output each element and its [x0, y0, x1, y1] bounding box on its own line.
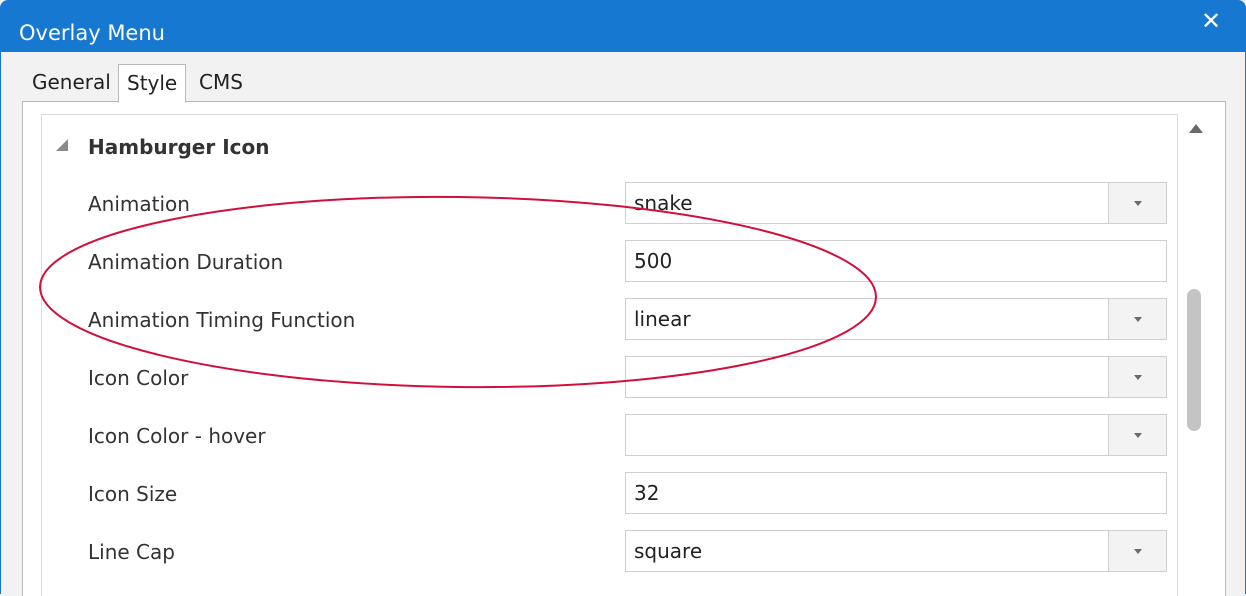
- icon-size-value: 32: [634, 481, 660, 505]
- animation-timing-function-dropdown-button[interactable]: [1108, 299, 1166, 339]
- line-cap-value: square: [634, 539, 703, 563]
- dialog-title: Overlay Menu: [19, 21, 165, 45]
- property-label-animation: Animation: [88, 192, 190, 216]
- style-tab-panel: Hamburger Icon Animation snake Animation…: [22, 101, 1226, 596]
- property-grid: Hamburger Icon Animation snake Animation…: [41, 114, 1178, 596]
- scroll-up-arrow-icon[interactable]: [1189, 124, 1203, 133]
- chevron-down-icon: [1134, 201, 1142, 206]
- icon-color-dropdown-button[interactable]: [1108, 357, 1166, 397]
- property-label-icon-size: Icon Size: [88, 482, 178, 506]
- animation-timing-function-value: linear: [634, 307, 691, 331]
- chevron-down-icon: [1134, 433, 1142, 438]
- animation-dropdown-button[interactable]: [1108, 183, 1166, 223]
- property-label-animation-duration: Animation Duration: [88, 250, 284, 274]
- property-label-icon-color: Icon Color: [88, 366, 189, 390]
- property-label-line-cap: Line Cap: [88, 540, 175, 564]
- animation-timing-function-dropdown[interactable]: linear: [625, 298, 1167, 340]
- property-label-animation-timing-function: Animation Timing Function: [88, 308, 356, 332]
- animation-duration-value: 500: [634, 249, 673, 273]
- line-cap-dropdown[interactable]: square: [625, 530, 1167, 572]
- chevron-down-icon: [1134, 375, 1142, 380]
- overlay-menu-dialog: Overlay Menu ✕ General Style CMS Hamburg…: [0, 0, 1246, 596]
- animation-dropdown[interactable]: snake: [625, 182, 1167, 224]
- animation-value: snake: [634, 191, 693, 215]
- tab-general[interactable]: General: [24, 64, 119, 100]
- scroll-thumb[interactable]: [1187, 289, 1201, 431]
- icon-size-input[interactable]: 32: [625, 472, 1167, 514]
- vertical-scrollbar[interactable]: [1179, 114, 1223, 596]
- icon-color-hover-dropdown-button[interactable]: [1108, 415, 1166, 455]
- chevron-down-icon: [1134, 549, 1142, 554]
- tab-style[interactable]: Style: [118, 64, 187, 103]
- section-title: Hamburger Icon: [88, 135, 270, 159]
- line-cap-dropdown-button[interactable]: [1108, 531, 1166, 571]
- property-label-icon-color-hover: Icon Color - hover: [88, 424, 266, 448]
- title-bar: Overlay Menu ✕: [0, 0, 1246, 52]
- icon-color-hover-dropdown[interactable]: [625, 414, 1167, 456]
- icon-color-dropdown[interactable]: [625, 356, 1167, 398]
- tab-cms[interactable]: CMS: [191, 64, 251, 100]
- chevron-down-icon: [1134, 317, 1142, 322]
- close-icon[interactable]: ✕: [1198, 8, 1224, 34]
- animation-duration-input[interactable]: 500: [625, 240, 1167, 282]
- collapse-triangle-icon[interactable]: [56, 139, 68, 151]
